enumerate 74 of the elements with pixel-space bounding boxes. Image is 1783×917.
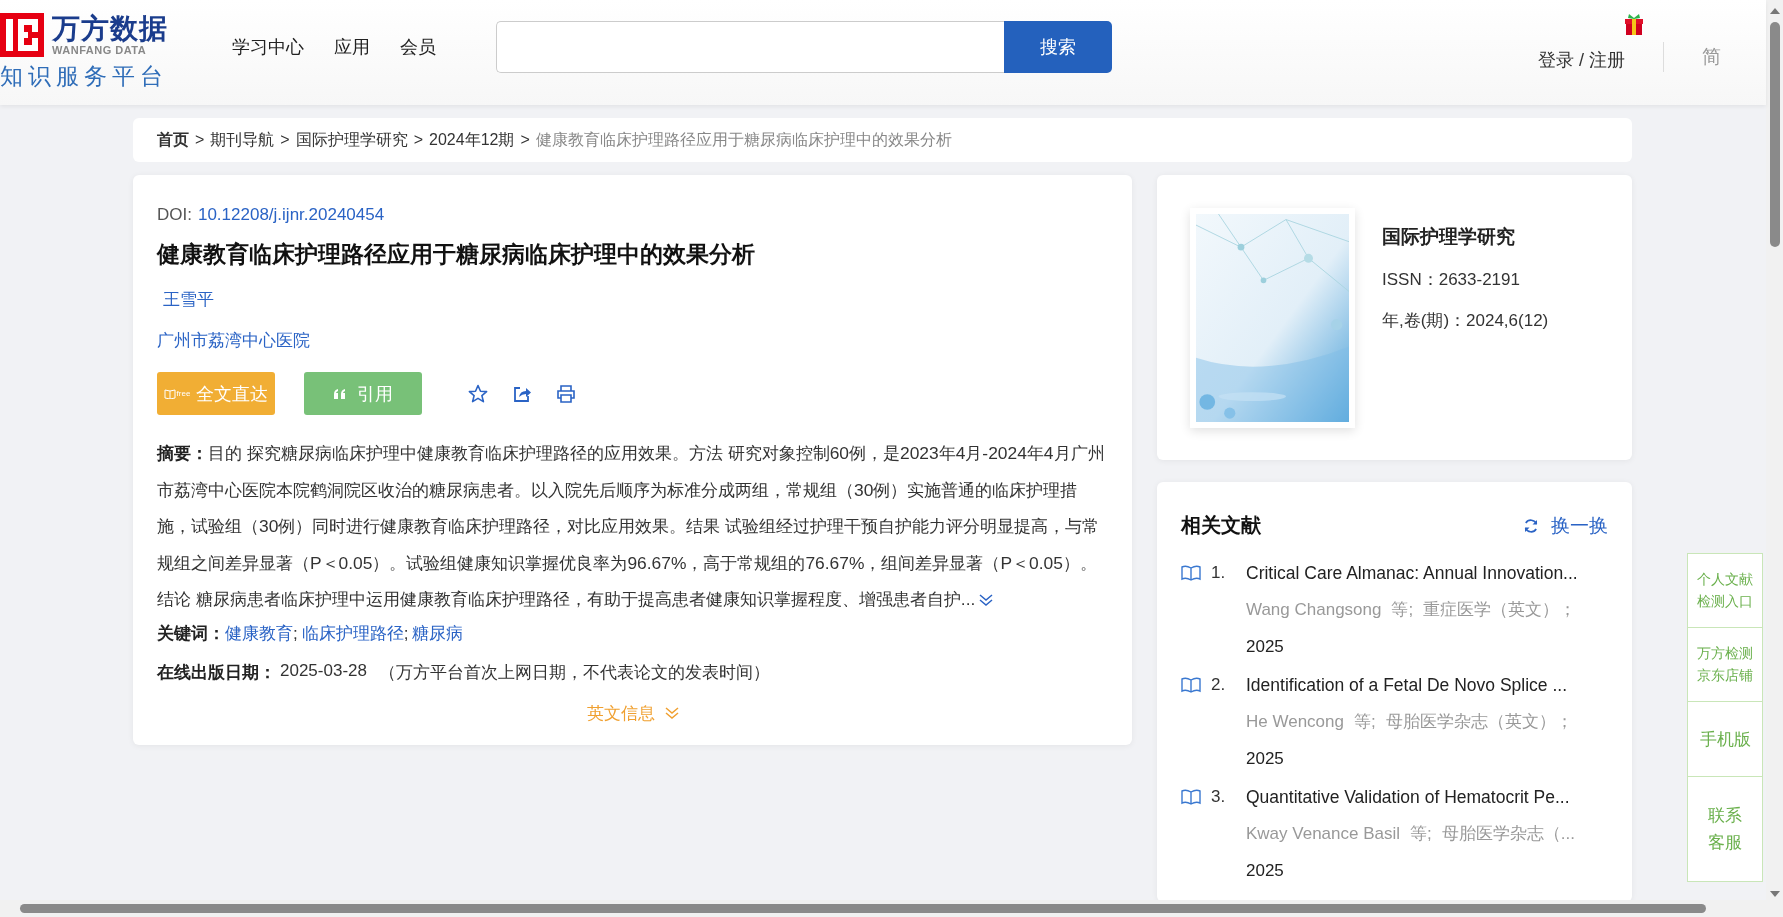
- related-article-link[interactable]: Critical Care Almanac: Annual Innovation...: [1246, 559, 1578, 587]
- year-text: 2025: [1246, 860, 1285, 882]
- related-article-link[interactable]: Identification of a Fetal De Novo Splice ...: [1246, 671, 1573, 699]
- author-text: Kway Venance Basil: [1246, 823, 1401, 845]
- book-icon: [163, 388, 176, 399]
- source-text: 重症医学（英文）；: [1423, 599, 1577, 621]
- logo-subtitle: WANFANG DATA: [52, 44, 148, 56]
- breadcrumb-link[interactable]: 首页: [157, 129, 189, 151]
- keyword-link[interactable]: 糖尿病: [412, 623, 464, 643]
- book-icon: [1181, 565, 1201, 581]
- scroll-up-icon[interactable]: [1769, 8, 1780, 14]
- chevron-down-icon: [664, 707, 679, 719]
- nav-link[interactable]: 会员: [400, 34, 436, 59]
- date-note: （万方平台首次上网日期，不代表论文的发表时间）: [378, 661, 770, 684]
- keyword-link[interactable]: 健康教育: [225, 623, 293, 643]
- breadcrumb-link[interactable]: 国际护理学研究: [295, 129, 408, 151]
- scroll-thumb[interactable]: [1769, 22, 1780, 247]
- gift-icon[interactable]: [1623, 11, 1645, 36]
- nav-link[interactable]: 应用: [334, 34, 370, 59]
- refresh-icon: [1523, 517, 1539, 534]
- breadcrumb-separator: >: [520, 131, 530, 149]
- book-icon: [1181, 677, 1201, 693]
- item-number: 1.: [1211, 562, 1227, 584]
- nav-link[interactable]: 学习中心: [232, 34, 304, 59]
- search-button[interactable]: 搜索: [1004, 20, 1112, 73]
- volume-text: 年,卷(期)：2024,6(12): [1382, 310, 1549, 332]
- logo-name: 万方数据: [52, 14, 168, 44]
- doi-link[interactable]: 10.12208/j.ijnr.20240454: [197, 205, 385, 224]
- search-field[interactable]: [496, 20, 1004, 73]
- article-title: 健康教育临床护理路径应用于糖尿病临床护理中的效果分析: [157, 240, 756, 269]
- et-al-text: 等;: [1353, 711, 1376, 733]
- login-link[interactable]: 登录 / 注册: [1538, 47, 1625, 72]
- scroll-thumb[interactable]: [20, 904, 1706, 913]
- year-text: 2025: [1246, 636, 1285, 658]
- book-icon: [1181, 789, 1201, 805]
- related-title: 相关文献: [1181, 513, 1261, 538]
- scroll-down-icon[interactable]: [1769, 891, 1780, 897]
- author-text: He Wencong: [1246, 711, 1344, 733]
- breadcrumb-link[interactable]: 期刊导航: [210, 129, 275, 151]
- source-text: 母胎医学杂志（英文）；: [1385, 711, 1573, 733]
- quote-icon: [333, 388, 347, 399]
- logo-icon: [0, 13, 44, 57]
- year-text: 2025: [1246, 748, 1285, 770]
- author-link[interactable]: 王雪平: [163, 290, 214, 309]
- doi-label: DOI:: [157, 205, 192, 224]
- breadcrumb-separator: >: [413, 131, 424, 149]
- source-text: 母胎医学杂志（...: [1441, 823, 1575, 845]
- keywords-label: 关键词：: [157, 623, 225, 643]
- star-icon[interactable]: [468, 383, 488, 404]
- logo-tagline: 知识服务平台: [0, 62, 168, 91]
- et-al-text: 等;: [1410, 823, 1432, 845]
- item-number: 2.: [1211, 674, 1227, 696]
- keyword-link[interactable]: 临床护理路径: [301, 623, 404, 643]
- abstract-text: 摘要：目的 探究糖尿病临床护理中健康教育临床护理路径的应用效果。方法 研究对象控制60例，是2023年4月-2024年4月广州市荔湾中心医院本院鹤洞院区收治的糖尿病患者。以入院先后顺序为标准分成两组，常规组（30例）实施普通的临床护理措施，试验组（30例）同时进行健康教育临床护理路径，对比应用效果。结果 试验组经过护理干预自护能力评分明显提高，与常规组之间差异显著（P＜0.05）。试验组健康知识掌握优良率为96.67%，高于常规组的76.67%，组间差异显著（P＜0.05）。结论 糖尿病患者临床护理中运用健康教育临床护理路径，有助于提高患者健康知识掌握程度、增强患者自护...: [157, 442, 1106, 611]
- issn-text: ISSN：2633-2191: [1382, 269, 1521, 291]
- keyword-separator: ;: [403, 623, 409, 643]
- item-number: 3.: [1211, 786, 1227, 808]
- breadcrumb-link[interactable]: 2024年12期: [429, 129, 515, 151]
- publish-date: 2025-03-28: [280, 660, 367, 682]
- journal-name[interactable]: 国际护理学研究: [1382, 224, 1549, 250]
- refresh-button[interactable]: 换一换: [1523, 512, 1608, 539]
- et-al-text: 等;: [1391, 599, 1414, 621]
- related-article-link[interactable]: Quantitative Validation of Hematocrit Pe...: [1246, 783, 1575, 811]
- print-icon[interactable]: [556, 383, 576, 404]
- vertical-scrollbar[interactable]: [1766, 0, 1783, 917]
- keyword-separator: ;: [293, 623, 298, 643]
- date-label: 在线出版日期：: [157, 661, 276, 684]
- breadcrumb-current: 健康教育临床护理路径应用于糖尿病临床护理中的效果分析: [535, 129, 952, 150]
- breadcrumb-separator: >: [280, 131, 290, 149]
- author-text: Wang Changsong: [1246, 599, 1382, 621]
- horizontal-scrollbar[interactable]: [0, 900, 1766, 917]
- expand-icon[interactable]: [979, 594, 994, 607]
- affiliation-link[interactable]: 广州市荔湾中心医院: [157, 331, 310, 350]
- breadcrumb-separator: >: [195, 131, 205, 149]
